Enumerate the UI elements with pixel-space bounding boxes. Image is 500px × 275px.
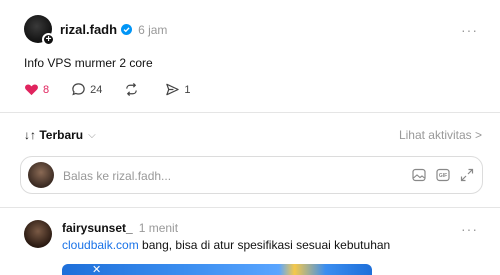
author-avatar[interactable]: + bbox=[24, 15, 55, 46]
reply-body: bang, bisa di atur spesifikasi sesuai ke… bbox=[138, 238, 391, 252]
thread-card: + rizal.fadh 6 jam ··· Info VPS murmer 2… bbox=[0, 0, 500, 275]
comment-count: 24 bbox=[90, 83, 103, 96]
repost-button[interactable] bbox=[124, 82, 143, 97]
like-count: 8 bbox=[43, 83, 50, 96]
sort-label: ↓↑ Terbaru bbox=[24, 128, 84, 142]
close-icon: ✕ bbox=[92, 264, 102, 275]
share-count: 1 bbox=[184, 83, 191, 96]
divider bbox=[0, 112, 500, 113]
reply-link[interactable]: cloudbaik.com bbox=[62, 238, 139, 252]
reply-header: fairysunset_ 1 menit bbox=[62, 221, 178, 235]
like-button[interactable]: 8 bbox=[24, 82, 49, 97]
reply-time: 1 menit bbox=[138, 221, 179, 235]
post-more-icon[interactable]: ··· bbox=[461, 22, 478, 38]
reply-attachments: GIF bbox=[402, 168, 474, 182]
post-header: rizal.fadh 6 jam bbox=[60, 22, 167, 37]
comment-icon bbox=[72, 83, 85, 96]
reply-input[interactable]: Balas ke rizal.fadh... GIF bbox=[20, 156, 483, 194]
expand-icon[interactable] bbox=[460, 168, 474, 182]
current-user-avatar bbox=[28, 162, 54, 188]
comment-button[interactable]: 24 bbox=[71, 82, 102, 97]
reply-text: cloudbaik.com bang, bisa di atur spesifi… bbox=[62, 238, 390, 252]
reply-image[interactable]: ✕ bbox=[62, 264, 372, 275]
image-icon[interactable] bbox=[412, 168, 426, 182]
reply-more-icon[interactable]: ··· bbox=[461, 221, 478, 237]
sort-dropdown[interactable]: ↓↑ Terbaru ⌵ bbox=[24, 128, 96, 142]
heart-icon bbox=[25, 84, 38, 96]
divider bbox=[0, 207, 500, 208]
post-text: Info VPS murmer 2 core bbox=[24, 56, 153, 70]
send-icon bbox=[166, 83, 180, 96]
author-username[interactable]: rizal.fadh bbox=[60, 22, 117, 37]
reply-placeholder: Balas ke rizal.fadh... bbox=[63, 169, 172, 183]
verified-badge-icon bbox=[121, 24, 133, 35]
gif-icon[interactable]: GIF bbox=[436, 168, 450, 182]
reply-username[interactable]: fairysunset_ bbox=[62, 221, 133, 235]
post-actions: 8 24 1 bbox=[24, 82, 213, 97]
svg-text:GIF: GIF bbox=[439, 173, 447, 179]
repost-icon bbox=[126, 82, 138, 97]
view-activity-link[interactable]: Lihat aktivitas > bbox=[399, 128, 482, 142]
reply-author-avatar[interactable] bbox=[24, 220, 52, 248]
chevron-down-icon: ⌵ bbox=[88, 129, 96, 141]
share-button[interactable]: 1 bbox=[165, 82, 191, 97]
post-time: 6 jam bbox=[138, 22, 168, 37]
follow-plus-icon[interactable]: + bbox=[42, 33, 55, 46]
